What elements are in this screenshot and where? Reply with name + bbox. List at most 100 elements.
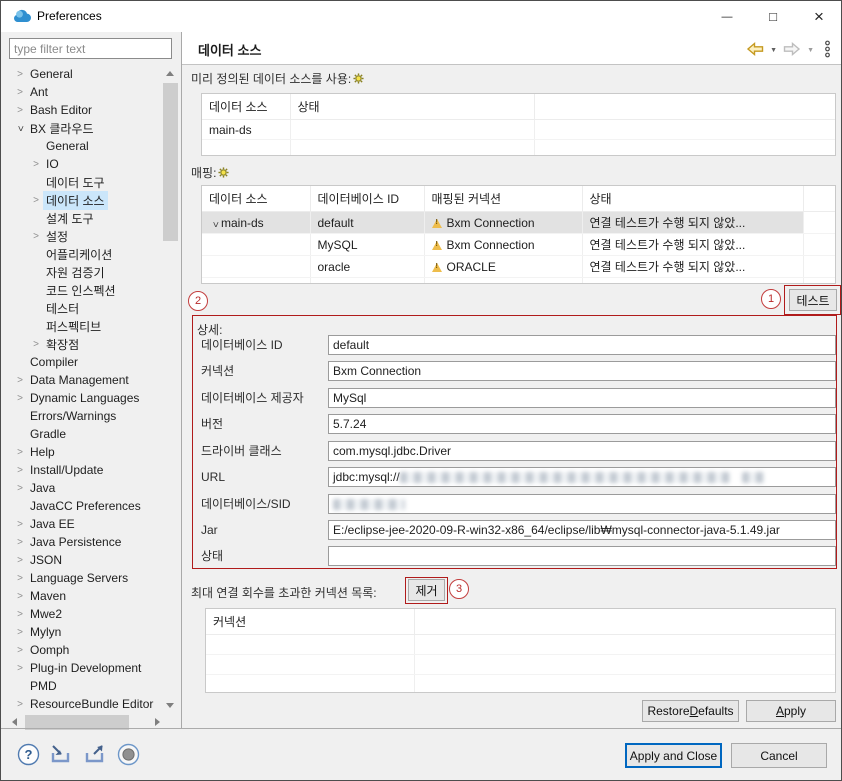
column-header[interactable]: 데이터 소스 — [202, 186, 310, 212]
vertical-scroll-thumb[interactable] — [163, 83, 178, 241]
tree-item-label: PMD — [27, 678, 60, 694]
tree-item[interactable]: > 설정 — [9, 227, 162, 245]
tree-expand-chevron-icon[interactable]: > — [13, 591, 27, 602]
restore-defaults-button[interactable]: Restore Defaults — [642, 700, 739, 722]
forward-button[interactable] — [783, 42, 801, 59]
jar-field[interactable]: E:/eclipse-jee-2020-09-R-win32-x86_64/ec… — [328, 520, 836, 540]
column-header[interactable]: 매핑된 커넥션 — [424, 186, 582, 212]
export-icon[interactable] — [83, 744, 108, 768]
tree-expand-chevron-icon[interactable]: > — [13, 105, 27, 116]
tree-expand-chevron-icon[interactable]: > — [13, 609, 27, 620]
tree-item[interactable]: > Language Servers — [9, 569, 162, 587]
tree-expand-chevron-icon[interactable]: > — [13, 87, 27, 98]
maximize-button[interactable]: □ — [750, 1, 796, 32]
page-title: 데이터 소스 — [198, 40, 261, 59]
tree-item[interactable]: 테스터 — [9, 299, 162, 317]
column-header[interactable]: 커넥션 — [206, 609, 414, 635]
row-expand-chevron-icon[interactable]: > — [210, 218, 221, 230]
mapping-row[interactable]: oracle ORACLE 연결 테스트가 수행 되지 않았... — [202, 256, 835, 278]
tree-item[interactable]: > Ant — [9, 83, 162, 101]
forward-history-caret-icon[interactable]: ▼ — [807, 47, 814, 54]
tree-item-label: IO — [43, 156, 62, 172]
tree-expand-chevron-icon[interactable]: > — [13, 69, 27, 80]
import-icon[interactable] — [49, 744, 74, 768]
svg-text:?: ? — [25, 747, 33, 762]
tree-item-label: 설정 — [43, 227, 71, 246]
tree-item[interactable]: > Mylyn — [9, 623, 162, 641]
scroll-up-arrow-icon[interactable] — [166, 71, 174, 76]
tree-item[interactable]: > 데이터 소스 — [9, 191, 162, 209]
tree-item[interactable]: > Mwe2 — [9, 605, 162, 623]
close-button[interactable]: × — [796, 1, 842, 32]
tree-item[interactable]: 퍼스펙티브 — [9, 317, 162, 335]
warning-icon — [432, 219, 442, 228]
tree-expand-chevron-icon[interactable]: > — [15, 121, 26, 135]
tree-item[interactable]: > Bash Editor — [9, 101, 162, 119]
detail-label: URL — [201, 467, 325, 487]
view-menu-icon[interactable] — [824, 40, 831, 61]
tree-item[interactable]: 자원 검증기 — [9, 263, 162, 281]
tree-item[interactable]: 어플리케이션 — [9, 245, 162, 263]
tree-item[interactable]: > Plug-in Development — [9, 659, 162, 677]
predefined-section-label: 미리 정의된 데이터 소스를 사용: — [191, 70, 364, 87]
tree-item[interactable]: PMD — [9, 677, 162, 695]
version-field[interactable]: 5.7.24 — [328, 414, 836, 434]
tree-item[interactable]: General — [9, 137, 162, 155]
database-id-field[interactable]: default — [328, 335, 836, 355]
connection-field[interactable]: Bxm Connection — [328, 361, 836, 381]
back-button[interactable] — [746, 42, 764, 59]
apply-button[interactable]: Apply — [746, 700, 836, 722]
url-field[interactable]: jdbc:mysql:// — [328, 467, 836, 487]
tree-item-label: 테스터 — [43, 299, 82, 318]
mapping-row[interactable]: MySQL Bxm Connection 연결 테스트가 수행 되지 않았... — [202, 234, 835, 256]
recorder-icon[interactable] — [117, 743, 140, 769]
tree-item-label: 어플리케이션 — [43, 245, 115, 264]
tree-expand-chevron-icon[interactable]: > — [13, 627, 27, 638]
help-icon[interactable]: ? — [17, 743, 40, 769]
tree-item[interactable]: > IO — [9, 155, 162, 173]
tree-item[interactable]: 코드 인스펙션 — [9, 281, 162, 299]
detail-label: 커넥션 — [201, 361, 325, 381]
back-history-caret-icon[interactable]: ▼ — [770, 47, 777, 54]
tree-expand-chevron-icon[interactable]: > — [13, 573, 27, 584]
tree-item[interactable]: > BX 클라우드 — [9, 119, 162, 137]
tree-expand-chevron-icon[interactable]: > — [13, 699, 27, 710]
tree-expand-chevron-icon[interactable]: > — [29, 195, 43, 206]
status-field[interactable] — [328, 546, 836, 566]
sid-field[interactable] — [328, 494, 836, 514]
tree-item[interactable]: > Maven — [9, 587, 162, 605]
redacted-text — [742, 472, 764, 483]
minimize-button[interactable]: — — [704, 1, 750, 32]
redacted-text — [400, 472, 730, 483]
tree-item[interactable]: > ResourceBundle Editor — [9, 695, 162, 713]
tree-expand-chevron-icon[interactable]: > — [29, 231, 43, 242]
scroll-down-arrow-icon[interactable] — [166, 703, 174, 708]
detail-label: 버전 — [201, 414, 325, 434]
detail-label: 상태 — [201, 546, 325, 566]
annotation-badge-1: 1 — [761, 289, 781, 309]
filter-input[interactable] — [9, 38, 172, 59]
scroll-right-arrow-icon[interactable] — [155, 718, 160, 726]
column-header[interactable]: 데이터베이스 ID — [310, 186, 424, 212]
mapping-row[interactable]: >main-ds default Bxm Connection 연결 테스트가 … — [202, 212, 835, 234]
remove-button[interactable]: 제거 — [408, 579, 445, 601]
tree-item[interactable]: > Oomph — [9, 641, 162, 659]
tree-item[interactable]: 데이터 도구 — [9, 173, 162, 191]
apply-and-close-button[interactable]: Apply and Close — [625, 743, 722, 768]
tree-expand-chevron-icon[interactable]: > — [13, 663, 27, 674]
tree-expand-chevron-icon[interactable]: > — [13, 645, 27, 656]
test-button[interactable]: 테스트 — [789, 289, 837, 311]
cancel-button[interactable]: Cancel — [731, 743, 827, 768]
column-header[interactable]: 상태 — [582, 186, 803, 212]
tree-item[interactable]: > General — [9, 65, 162, 83]
detail-label: Jar — [201, 520, 325, 540]
driver-class-field[interactable]: com.mysql.jdbc.Driver — [328, 441, 836, 461]
table-row[interactable]: main-ds — [202, 120, 835, 140]
provider-field[interactable]: MySql — [328, 388, 836, 408]
tree-expand-chevron-icon[interactable]: > — [29, 159, 43, 170]
tree-item-label: Oomph — [27, 642, 72, 658]
column-header[interactable]: 상태 — [290, 94, 534, 120]
tree-item[interactable]: 설계 도구 — [9, 209, 162, 227]
column-header[interactable]: 데이터 소스 — [202, 94, 290, 120]
scroll-left-arrow-icon[interactable] — [12, 718, 17, 726]
